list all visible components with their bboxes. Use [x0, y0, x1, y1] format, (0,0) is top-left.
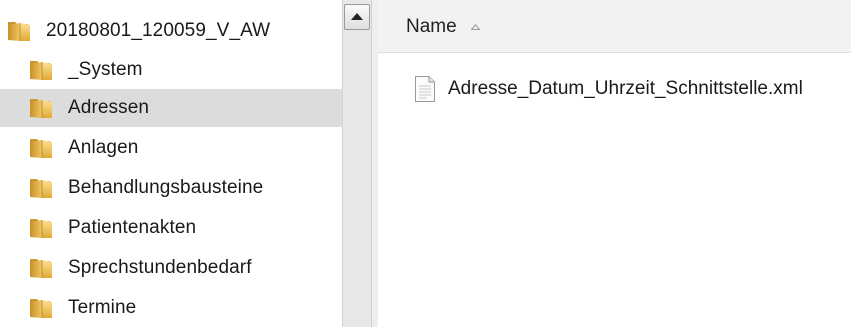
folder-tree: 20180801_120059_V_AW _System Adressen An… — [0, 0, 370, 327]
folder-icon — [28, 136, 54, 160]
column-header-name[interactable]: Name — [378, 0, 851, 53]
tree-item-patientenakten[interactable]: Patientenakten — [0, 209, 370, 247]
triangle-up-icon — [351, 13, 363, 20]
tree-item-label: Sprechstundenbedarf — [68, 257, 252, 278]
tree-item-adressen[interactable]: Adressen — [0, 89, 370, 127]
folder-icon — [28, 296, 54, 320]
tree-item-behandlungsbausteine[interactable]: Behandlungsbausteine — [0, 169, 370, 207]
tree-item-label: 20180801_120059_V_AW — [46, 20, 271, 41]
sort-ascending-icon — [471, 24, 480, 30]
file-list-pane: Name Adresse_Datum_Uhrzeit_Schnittstelle… — [378, 0, 851, 327]
folder-icon — [28, 216, 54, 240]
folder-icon — [6, 19, 32, 43]
tree-item-anlagen[interactable]: Anlagen — [0, 129, 370, 167]
file-name: Adresse_Datum_Uhrzeit_Schnittstelle.xml — [448, 78, 803, 99]
tree-item-sprechstundenbedarf[interactable]: Sprechstundenbedarf — [0, 249, 370, 287]
folder-icon — [28, 96, 54, 120]
folder-icon — [28, 256, 54, 280]
column-header-label: Name — [406, 16, 457, 37]
tree-scrollbar[interactable] — [342, 0, 371, 327]
tree-item-label: Anlagen — [68, 137, 139, 158]
tree-item-label: Termine — [68, 297, 137, 318]
tree-item-label: Adressen — [68, 97, 150, 118]
tree-item-label: Behandlungsbausteine — [68, 177, 264, 198]
xml-file-icon — [415, 76, 435, 102]
tree-item-termine[interactable]: Termine — [0, 289, 370, 327]
tree-item-label: Patientenakten — [68, 217, 197, 238]
tree-item-system[interactable]: _System — [0, 51, 370, 89]
folder-icon — [28, 176, 54, 200]
folder-icon — [28, 58, 54, 82]
scroll-up-button[interactable] — [344, 4, 370, 30]
tree-item-label: _System — [68, 59, 143, 80]
file-row[interactable]: Adresse_Datum_Uhrzeit_Schnittstelle.xml — [414, 72, 803, 106]
tree-item-root[interactable]: 20180801_120059_V_AW — [6, 12, 348, 50]
